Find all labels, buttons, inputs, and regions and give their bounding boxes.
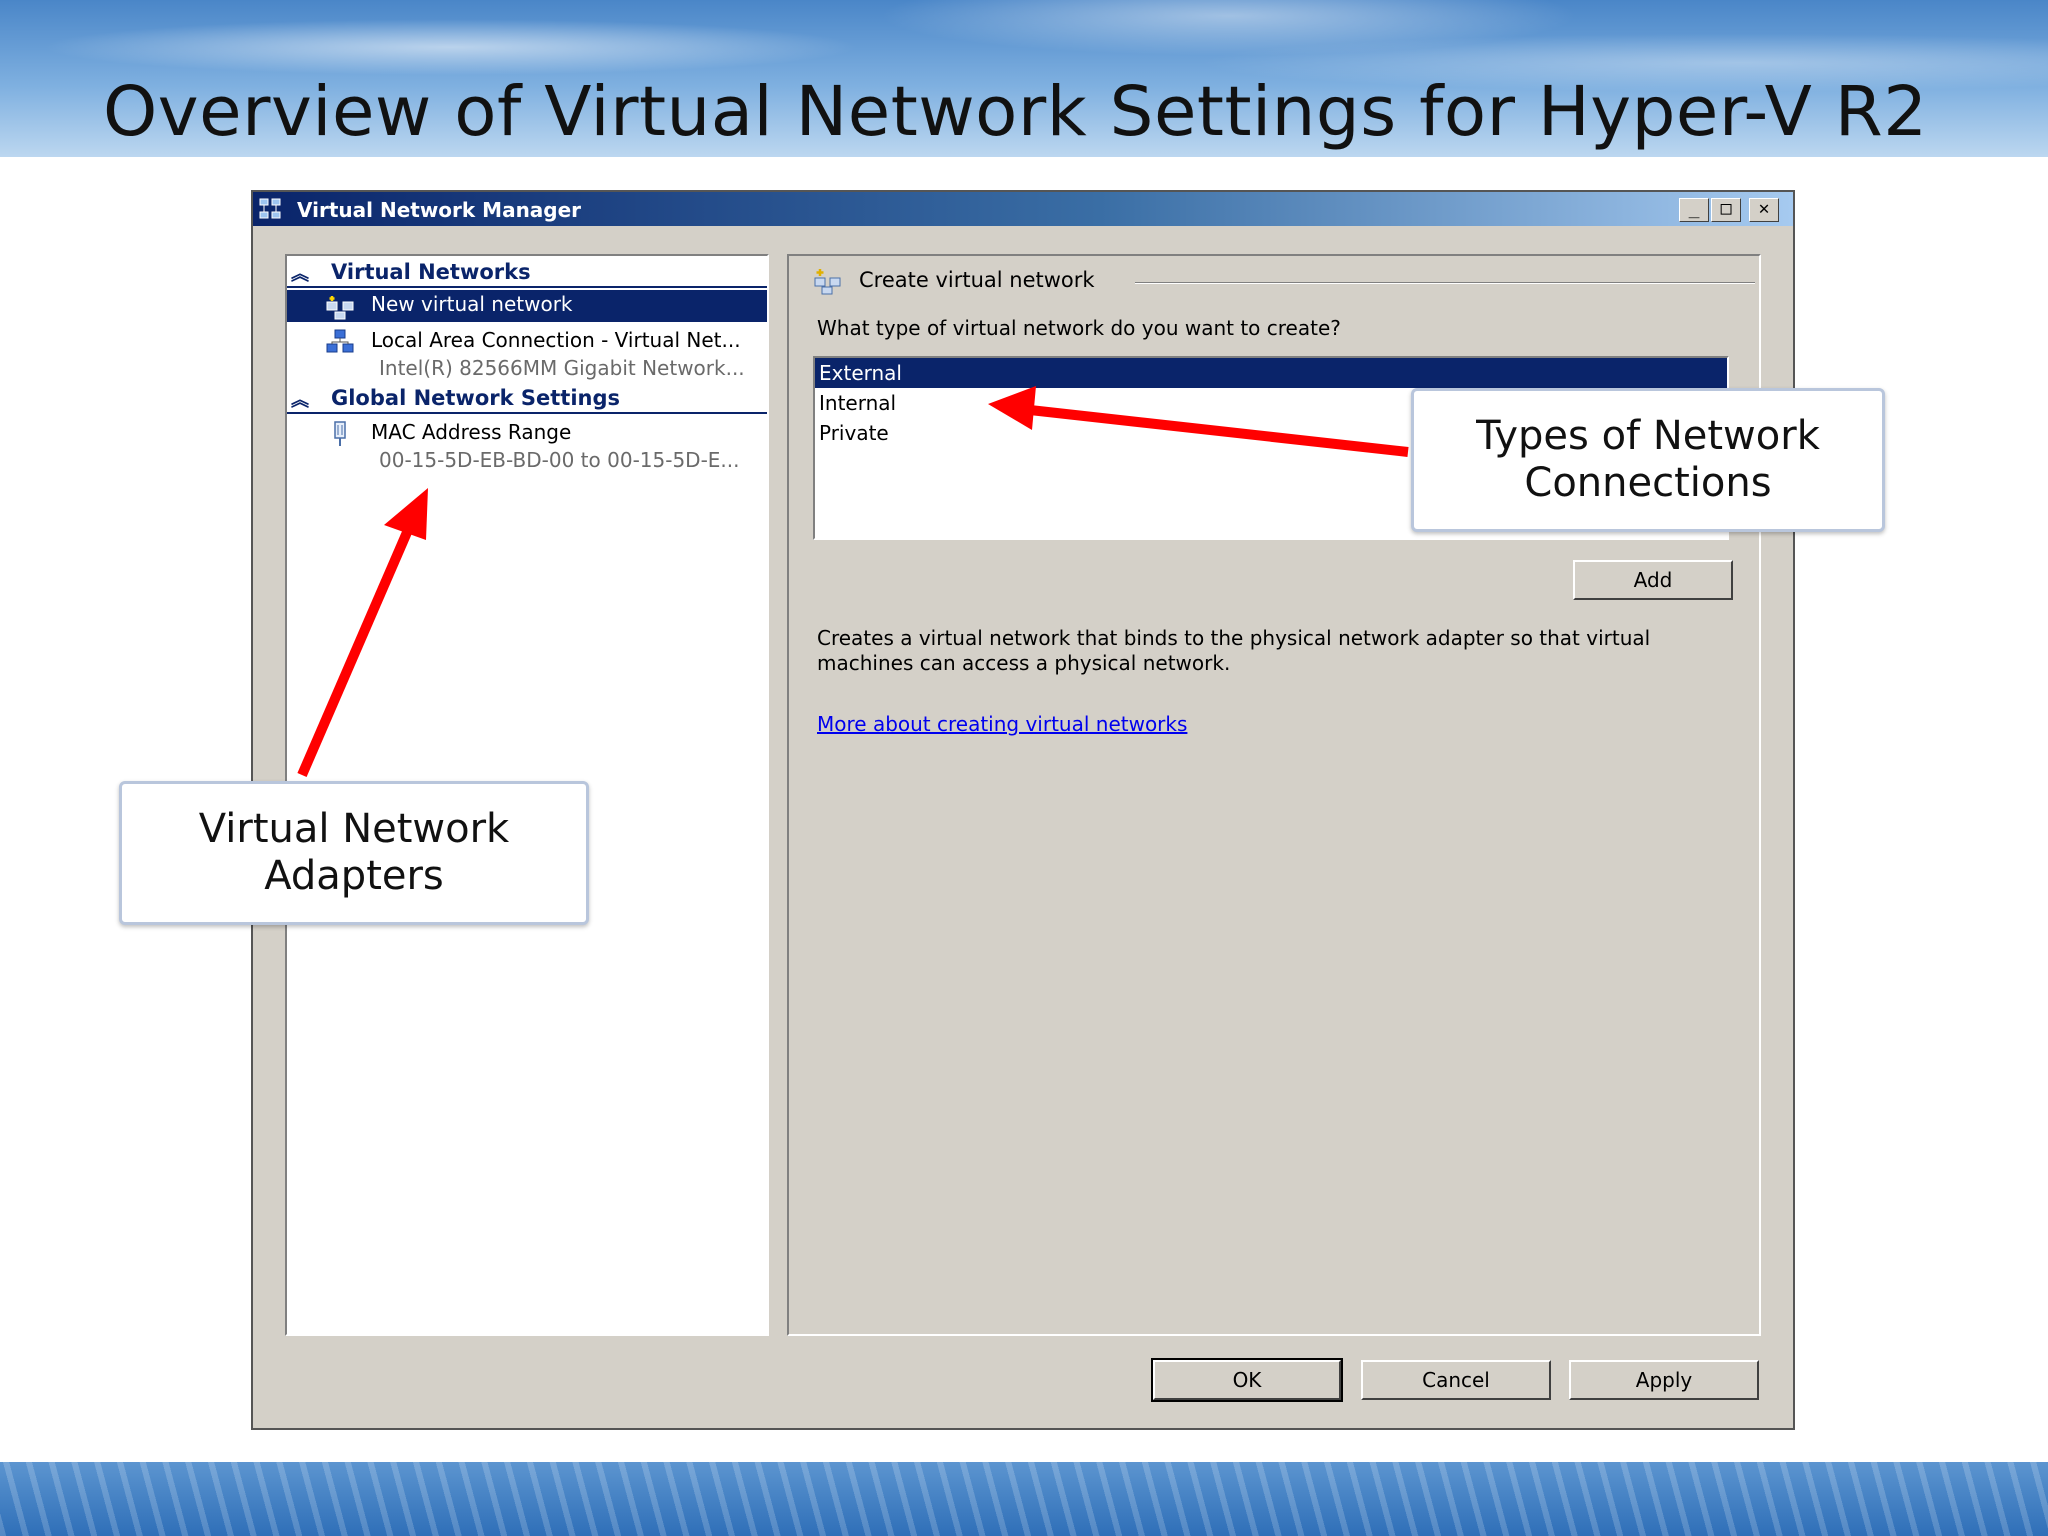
ok-button[interactable]: OK — [1151, 1358, 1343, 1402]
mac-address-icon — [334, 421, 346, 446]
window-title: Virtual Network Manager — [297, 198, 582, 222]
add-button[interactable]: Add — [1573, 560, 1733, 600]
network-type-description: Creates a virtual network that binds to … — [817, 626, 1651, 675]
group-title: Create virtual network — [859, 268, 1095, 292]
callout-network-connection-types: Types of Network Connections — [1411, 388, 1885, 532]
slide-footer-band — [0, 1462, 2048, 1536]
option-external[interactable]: External — [815, 358, 1727, 388]
adapter-name: Intel(R) 82566MM Gigabit Network... — [379, 356, 745, 380]
callout-text: Virtual Network Adapters — [198, 806, 510, 899]
tree-item-label: MAC Address Range — [371, 420, 572, 444]
tree-item-mac-address-range[interactable]: MAC Address Range 00-15-5D-EB-BD-00 to 0… — [287, 418, 767, 476]
tree-item-new-virtual-network[interactable]: New virtual network — [287, 290, 767, 322]
new-network-icon — [326, 296, 354, 320]
collapse-chevron-icon[interactable]: ︽ — [291, 386, 309, 412]
section-virtual-networks[interactable]: ︽ Virtual Networks — [287, 258, 767, 288]
tree-item-local-area-connection[interactable]: Local Area Connection - Virtual Net... I… — [287, 326, 767, 384]
close-button[interactable]: ✕ — [1749, 198, 1779, 222]
create-virtual-network-group: Create virtual network — [813, 266, 1755, 296]
callout-virtual-network-adapters: Virtual Network Adapters — [119, 781, 589, 925]
section-label: Global Network Settings — [331, 386, 621, 410]
apply-button[interactable]: Apply — [1569, 1360, 1759, 1400]
cancel-button[interactable]: Cancel — [1361, 1360, 1551, 1400]
tree-item-label: Local Area Connection - Virtual Net... — [371, 328, 741, 352]
callout-text: Types of Network Connections — [1476, 413, 1820, 506]
window-titlebar[interactable]: Virtual Network Manager _ □ ✕ — [253, 192, 1793, 226]
minimize-button[interactable]: _ — [1679, 198, 1709, 222]
section-global-network-settings[interactable]: ︽ Global Network Settings — [287, 384, 767, 414]
slide-title: Overview of Virtual Network Settings for… — [103, 72, 1928, 152]
network-type-prompt: What type of virtual network do you want… — [817, 316, 1341, 340]
tree-item-label: New virtual network — [371, 292, 573, 316]
mac-range-value: 00-15-5D-EB-BD-00 to 00-15-5D-E... — [379, 448, 740, 472]
network-manager-icon — [259, 198, 281, 219]
maximize-button[interactable]: □ — [1711, 198, 1741, 222]
network-connection-icon — [326, 329, 354, 353]
help-link[interactable]: More about creating virtual networks — [817, 712, 1187, 736]
create-network-icon — [814, 269, 841, 295]
collapse-chevron-icon[interactable]: ︽ — [291, 260, 309, 286]
group-divider — [1135, 282, 1755, 284]
section-label: Virtual Networks — [331, 260, 531, 284]
